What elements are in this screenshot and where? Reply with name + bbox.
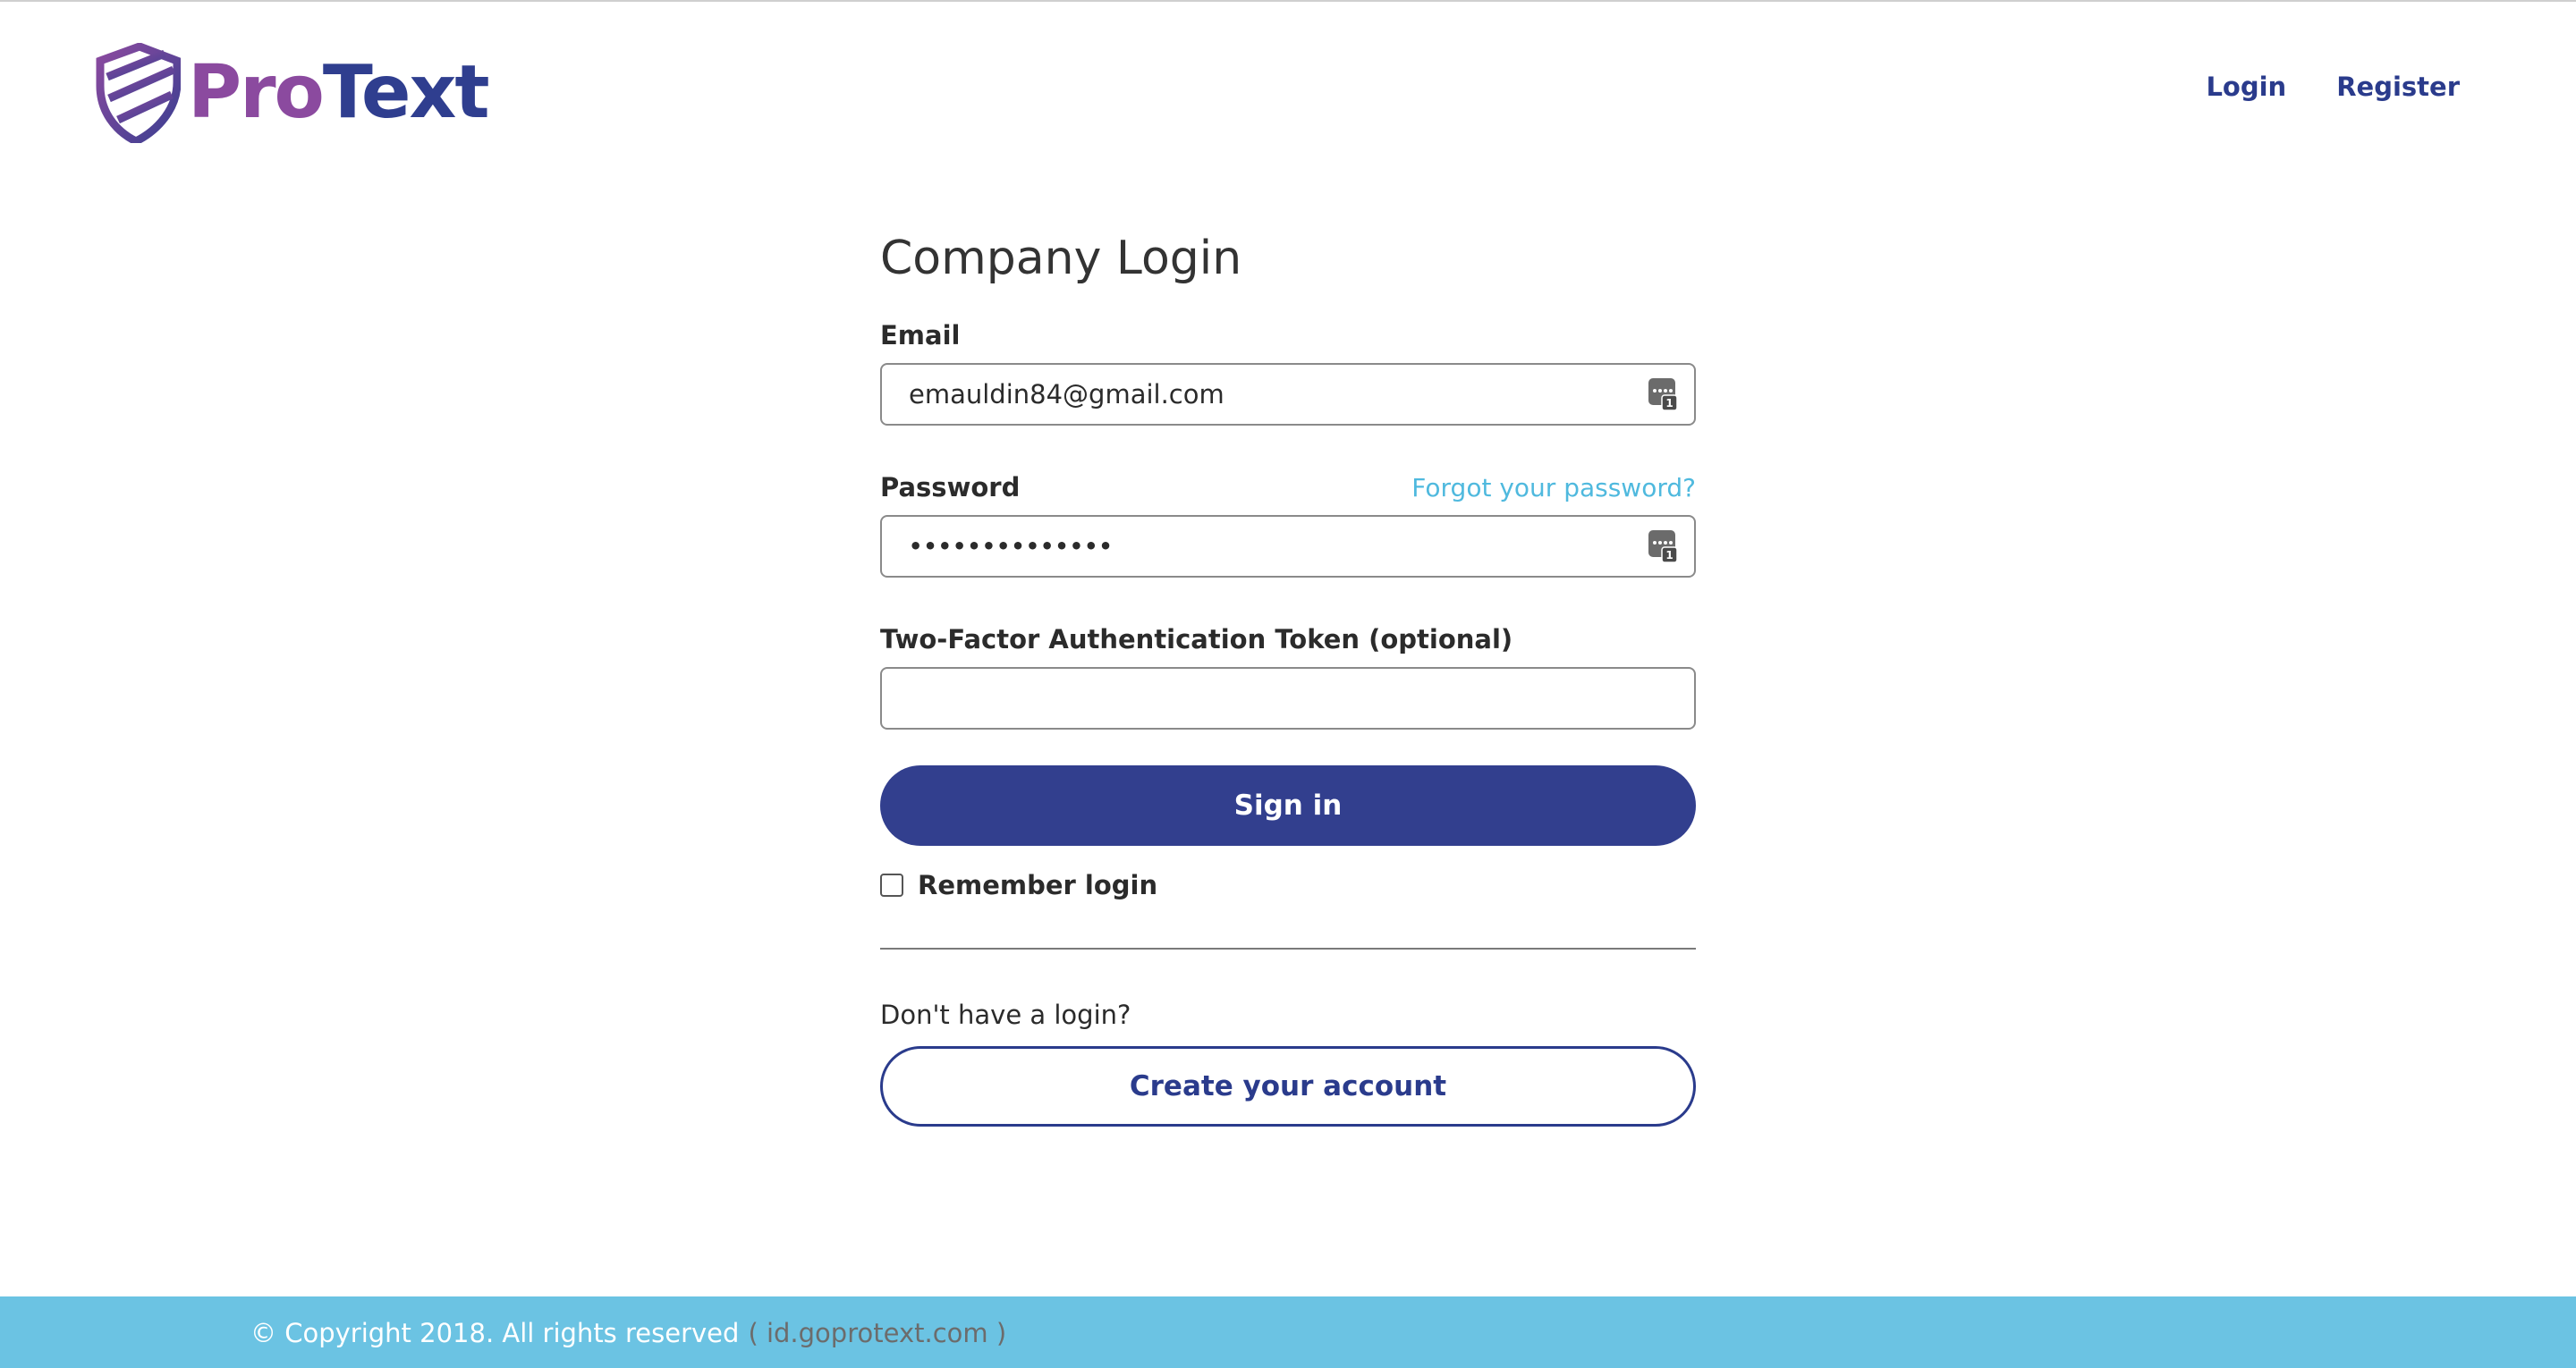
- shield-logo-icon: [96, 43, 181, 143]
- token-label: Two-Factor Authentication Token (optiona…: [880, 624, 1513, 654]
- password-label: Password: [880, 472, 1021, 502]
- remember-login-label[interactable]: Remember login: [918, 870, 1157, 900]
- email-field[interactable]: emauldin84@gmail.com 1: [880, 363, 1696, 426]
- svg-text:1: 1: [1665, 549, 1673, 562]
- forgot-password-link[interactable]: Forgot your password?: [1411, 473, 1696, 502]
- divider: [880, 948, 1696, 950]
- logo-wordmark-pro: Pro: [188, 50, 325, 135]
- header-nav: Login Register: [2206, 72, 2460, 102]
- token-label-row: Two-Factor Authentication Token (optiona…: [880, 624, 1696, 660]
- nav-register-link[interactable]: Register: [2336, 72, 2460, 102]
- password-manager-icon[interactable]: 1: [1648, 529, 1678, 563]
- create-account-button[interactable]: Create your account: [880, 1046, 1696, 1127]
- login-form: Company Login Email emauldin84@gmail.com…: [880, 227, 1696, 1127]
- password-value: ••••••••••••••: [909, 534, 1114, 559]
- footer-domain-link[interactable]: ( id.goprotext.com ): [748, 1318, 1006, 1348]
- svg-text:1: 1: [1665, 397, 1673, 410]
- email-label-row: Email: [880, 320, 1696, 356]
- password-label-row: Password Forgot your password?: [880, 472, 1696, 508]
- email-label: Email: [880, 320, 961, 350]
- nav-login-link[interactable]: Login: [2206, 72, 2286, 102]
- no-login-text: Don't have a login?: [880, 1000, 1131, 1030]
- password-field[interactable]: •••••••••••••• 1: [880, 515, 1696, 578]
- login-page: ProText Login Register Company Login Ema…: [0, 0, 2576, 1368]
- site-header: ProText Login Register: [0, 2, 2576, 181]
- sign-in-button[interactable]: Sign in: [880, 765, 1696, 846]
- logo-wordmark-text: Text: [322, 50, 490, 135]
- email-value: emauldin84@gmail.com: [909, 379, 1224, 410]
- page-title: Company Login: [880, 232, 1242, 285]
- copyright-text: © Copyright 2018. All rights reserved: [250, 1318, 740, 1348]
- token-field[interactable]: [880, 667, 1696, 730]
- password-manager-icon[interactable]: 1: [1648, 377, 1678, 411]
- remember-login-checkbox[interactable]: [880, 874, 903, 897]
- site-footer: © Copyright 2018. All rights reserved ( …: [0, 1296, 2576, 1368]
- logo-wordmark: ProText: [188, 56, 490, 130]
- remember-login-row: Remember login: [880, 869, 1696, 901]
- protext-logo[interactable]: ProText: [95, 43, 490, 143]
